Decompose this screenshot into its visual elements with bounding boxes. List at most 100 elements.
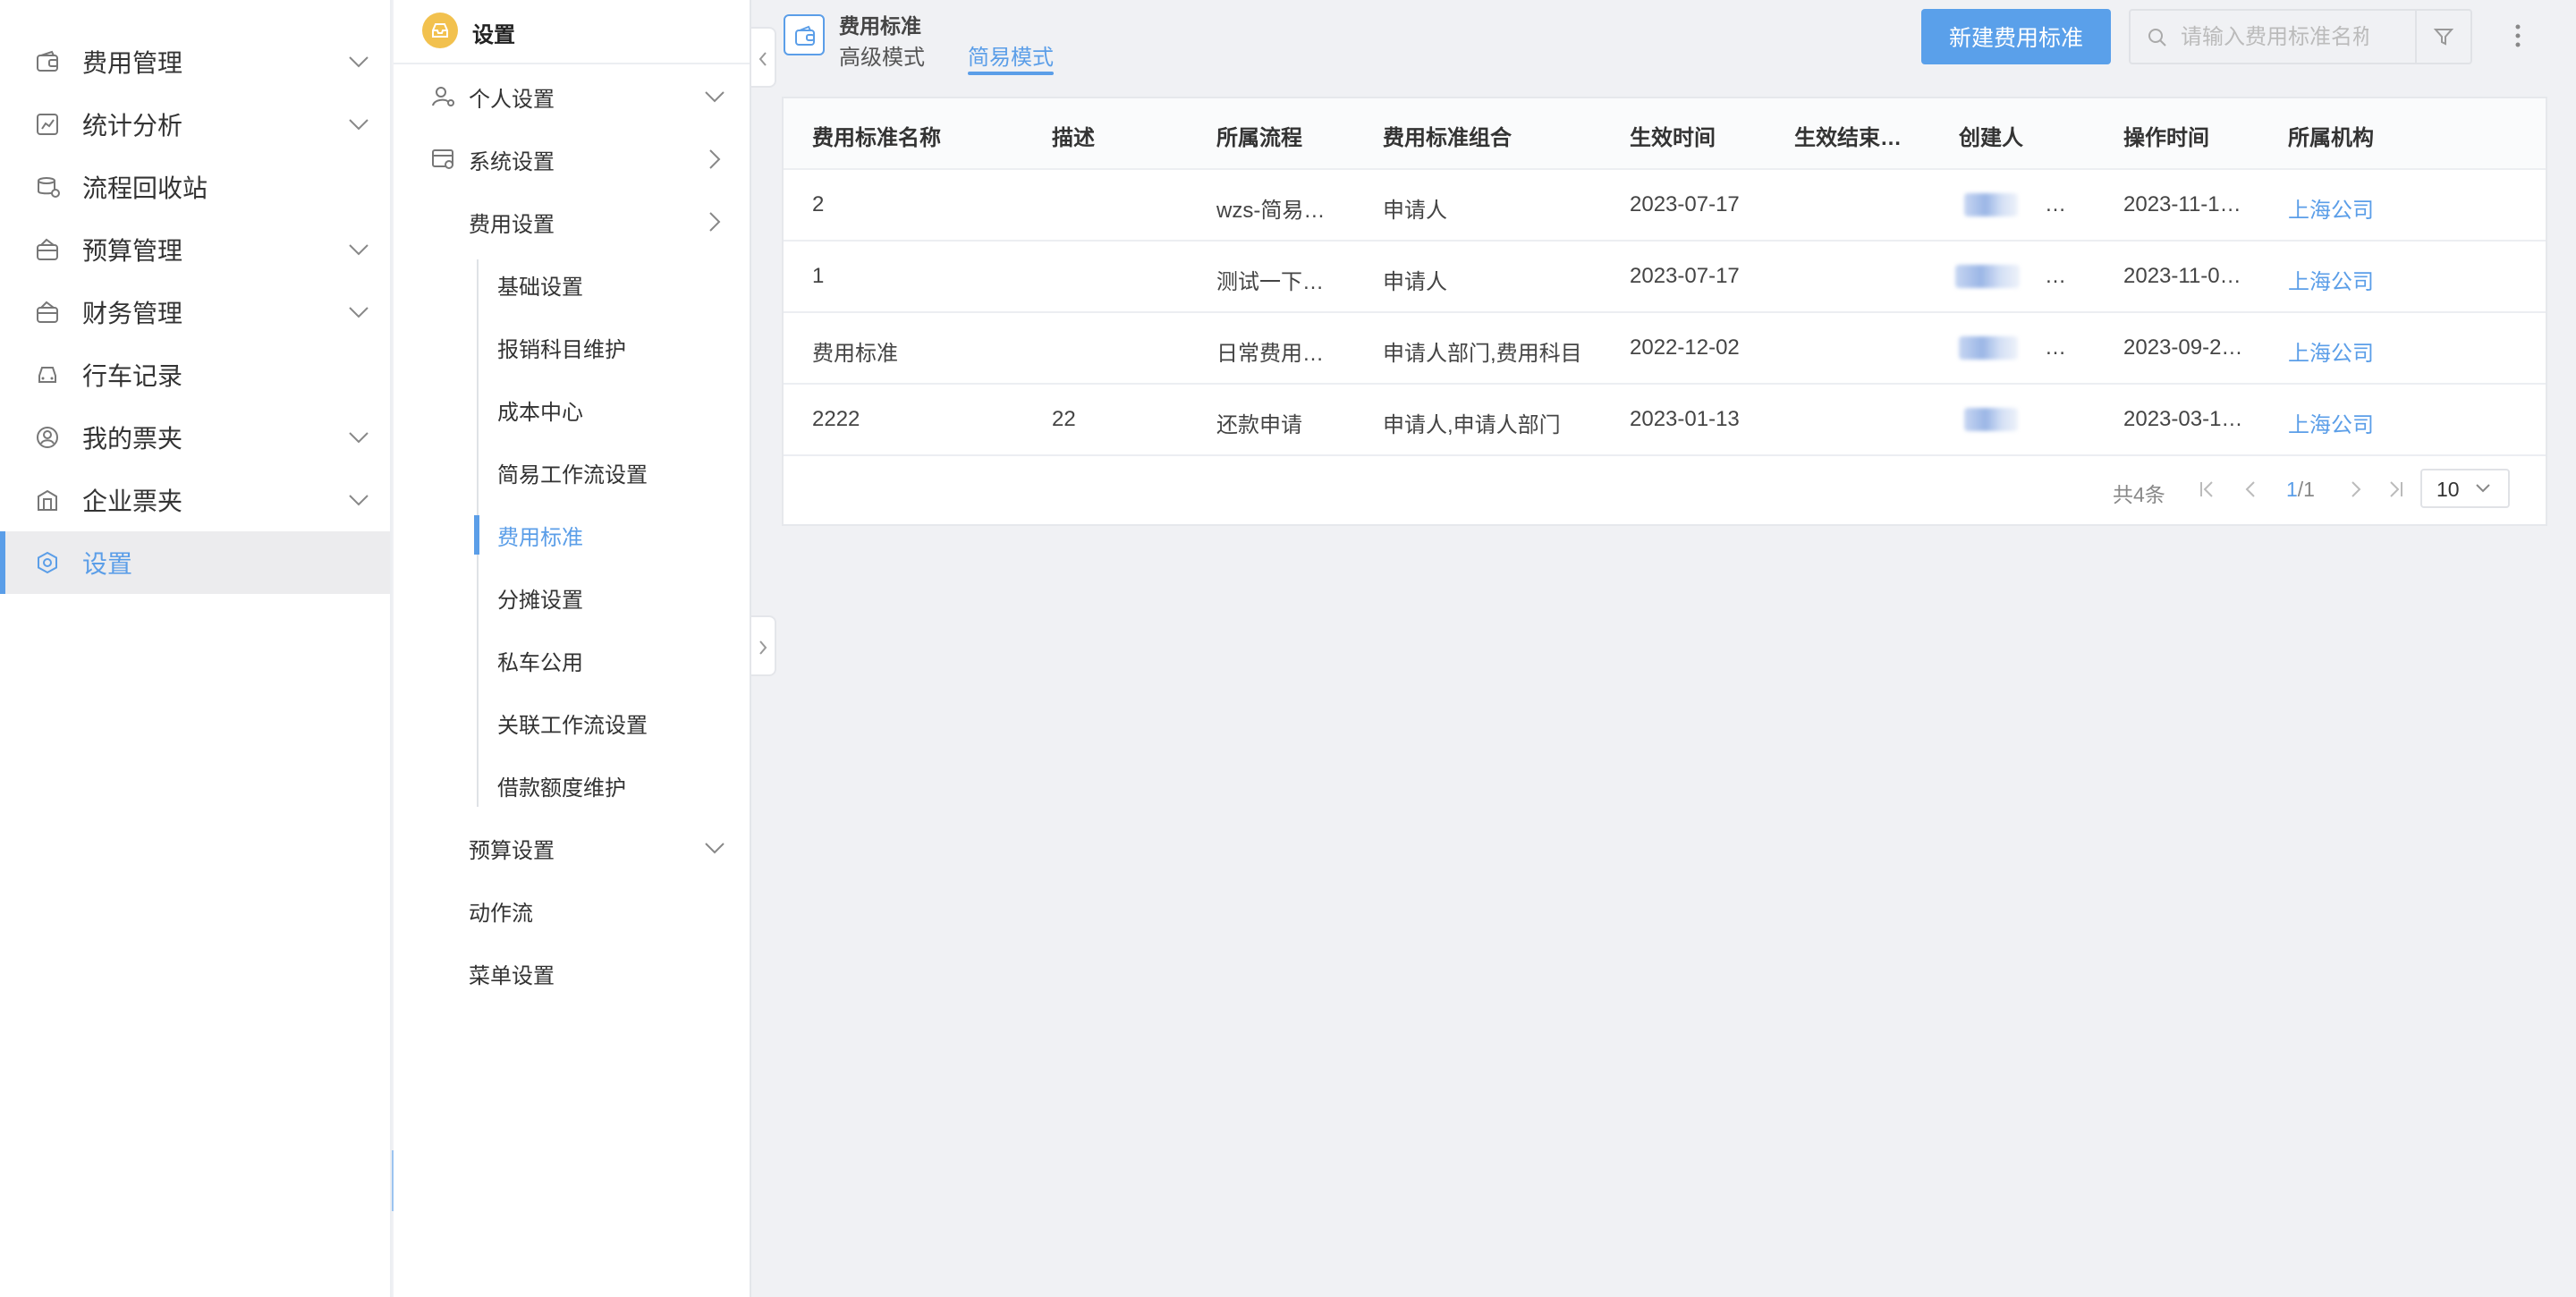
recycle-bin-icon [38,177,60,198]
column-header-name: 费用标准名称 [812,126,941,150]
chevron-right-icon [709,212,721,232]
redacted-creator [1955,265,2020,288]
cell-start-date: 2023-07-17 [1630,264,1740,288]
expand-panel-button[interactable] [751,615,776,676]
cell-organization-link[interactable]: 上海公司 [2288,407,2374,438]
table-header: 费用标准名称 描述 所属流程 费用标准组合 生效时间 生效结束… 创建人 操作时… [784,98,2546,170]
nav-item-label: 行车记录 [82,362,183,390]
expense-standard-table: 费用标准名称 描述 所属流程 费用标准组合 生效时间 生效结束… 创建人 操作时… [782,97,2547,526]
cell-organization-link[interactable]: 上海公司 [2288,192,2374,224]
cell-start-date: 2023-07-17 [1630,192,1740,216]
nav-item-driving-records[interactable]: 行车记录 [0,343,390,406]
column-header-flow: 所属流程 [1216,126,1302,150]
tab-simple-mode[interactable]: 简易模式 [968,39,1054,71]
cell-combination: 申请人,申请人部门 [1383,413,1561,437]
chevron-right-icon [709,149,721,169]
cell-combination: 申请人 [1383,270,1447,294]
leaf-allocation-settings[interactable]: 分摊设置 [497,571,583,624]
last-page-icon[interactable] [2385,476,2406,503]
nav-item-label: 设置 [82,550,133,578]
nav-item-label: 财务管理 [82,300,183,327]
nav-item-label: 我的票夹 [82,425,183,453]
settings-badge [422,13,458,48]
leaf-expense-standard[interactable]: 费用标准 [497,508,583,562]
nav-item-company-invoices[interactable]: 企业票夹 [0,469,390,531]
sub-item-label: 个人设置 [469,87,555,112]
pagination: 共4条 1/1 10 [784,456,2546,524]
cell-creator-suffix: … [2045,335,2066,360]
filter-icon [2433,29,2454,46]
sub-item-label: 系统设置 [469,149,555,174]
nav-item-label: 费用管理 [82,49,183,77]
nav-item-settings[interactable]: 设置 [0,531,390,594]
sub-item-menu-settings[interactable]: 菜单设置 [394,946,750,1000]
cell-description: 22 [1052,407,1076,431]
cell-combination: 申请人 [1383,199,1447,223]
sub-item-expense-settings[interactable]: 费用设置 [394,195,750,249]
leaf-simple-workflow[interactable]: 简易工作流设置 [497,445,648,499]
cell-creator-suffix: … [2045,192,2066,216]
table-row[interactable]: 2222 22 还款申请 申请人,申请人部门 2023-01-13 2023-0… [784,385,2546,456]
nav-item-label: 流程回收站 [82,174,208,202]
cell-operation-time: 2023-09-2… [2123,335,2243,360]
cell-organization-link[interactable]: 上海公司 [2288,264,2374,295]
wallet-icon [795,25,815,46]
chevron-down-icon [705,91,724,103]
submenu-title: 设置 [472,23,515,47]
cell-operation-time: 2023-11-0… [2123,264,2241,288]
tab-advanced-mode[interactable]: 高级模式 [839,39,925,71]
filter-button[interactable] [2415,9,2472,64]
chevron-left-icon [758,52,767,66]
search-input[interactable] [2181,21,2368,54]
nav-item-finance-management[interactable]: 财务管理 [0,281,390,343]
collapse-submenu-button[interactable] [751,27,776,88]
column-header-creator: 创建人 [1959,126,2023,150]
nav-item-budget-management[interactable]: 预算管理 [0,218,390,281]
current-page: 1 [2286,478,2298,501]
leaf-basic-settings[interactable]: 基础设置 [497,258,583,311]
page-icon [784,14,825,55]
table-row[interactable]: 费用标准 日常费用… 申请人部门,费用科目 2022-12-02 … 2023-… [784,313,2546,385]
sub-item-system-settings[interactable]: 系统设置 [394,132,750,186]
leaf-linked-workflow[interactable]: 关联工作流设置 [497,696,648,750]
chevron-down-icon [349,56,369,68]
nav-item-label: 统计分析 [82,112,183,140]
leaf-private-car[interactable]: 私车公用 [497,633,583,687]
first-page-icon[interactable] [2197,476,2218,503]
total-count: 共4条 [2113,483,2165,506]
column-header-end-date: 生效结束… [1794,126,1902,150]
column-header-combination: 费用标准组合 [1383,126,1512,150]
active-tab-underline [968,72,1054,75]
active-leaf-indicator [474,515,479,555]
chevron-down-icon [349,244,369,256]
table-row[interactable]: 1 测试一下… 申请人 2023-07-17 … 2023-11-0… 上海公司 [784,242,2546,313]
column-header-operation-time: 操作时间 [2123,126,2209,150]
next-page-icon[interactable] [2345,476,2367,503]
cell-name: 费用标准 [812,342,898,366]
more-options-button[interactable] [2504,18,2531,55]
nav-item-recycle-bin[interactable]: 流程回收站 [0,156,390,218]
settings-icon [38,551,57,574]
left-nav: 费用管理 统计分析 流程回收站 预算管理 财务管理 行车记录 我的票夹 企业票夹… [0,0,392,1297]
sub-item-budget-settings[interactable]: 预算设置 [394,821,750,875]
leaf-cost-center[interactable]: 成本中心 [497,383,583,437]
new-expense-standard-button[interactable]: 新建费用标准 [1921,9,2111,64]
leaf-loan-limit[interactable]: 借款额度维护 [497,759,626,812]
cell-organization-link[interactable]: 上海公司 [2288,335,2374,367]
redacted-creator [1964,408,2018,431]
cell-operation-time: 2023-11-1… [2123,192,2241,216]
nav-item-my-invoices[interactable]: 我的票夹 [0,406,390,469]
leaf-expense-subjects[interactable]: 报销科目维护 [497,320,626,374]
prev-page-icon[interactable] [2240,476,2261,503]
nav-item-statistics[interactable]: 统计分析 [0,93,390,156]
table-row[interactable]: 2 wzs-简易… 申请人 2023-07-17 … 2023-11-1… 上海… [784,170,2546,242]
column-header-description: 描述 [1052,126,1095,150]
nav-item-expense-management[interactable]: 费用管理 [0,30,390,93]
chevron-down-icon [349,307,369,318]
system-settings-icon [432,149,453,169]
finance-icon [37,301,58,323]
cell-start-date: 2023-01-13 [1630,407,1740,431]
page-size-select[interactable]: 10 [2420,469,2510,508]
sub-item-personal-settings[interactable]: 个人设置 [394,70,750,123]
sub-item-action-flow[interactable]: 动作流 [394,884,750,937]
